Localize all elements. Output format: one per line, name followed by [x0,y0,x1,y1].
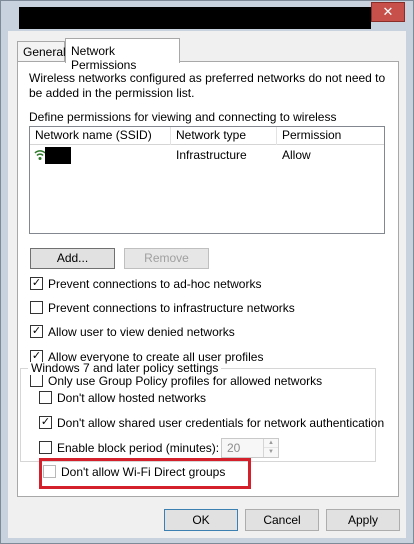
checkbox-unchecked-icon[interactable] [39,391,52,404]
checkbox-label: Enable block period (minutes): [57,441,220,455]
redacted-ssid [45,147,71,164]
dialog-client-area: General Network Permissions Wireless net… [8,31,406,538]
chevron-down-icon[interactable]: ▼ [264,448,278,457]
checkbox-checked-icon[interactable]: ✓ [30,325,43,338]
checkbox-label: Prevent connections to infrastructure ne… [48,301,295,315]
checkbox-label: Don't allow shared user credentials for … [57,416,385,430]
column-header-network-type[interactable]: Network type [171,127,277,145]
list-header: Network name (SSID) Network type Permiss… [30,127,384,145]
redacted-title [19,7,371,29]
dialog-window: ✕ General Network Permissions Wireless n… [0,0,414,544]
tab-network-permissions[interactable]: Network Permissions [65,38,180,72]
block-period-stepper[interactable]: 20 ▲ ▼ [221,438,279,458]
highlight-box [39,458,251,489]
ok-button[interactable]: OK [164,509,238,531]
block-period-value[interactable]: 20 [227,441,240,455]
column-header-ssid[interactable]: Network name (SSID) [30,127,171,145]
checkbox-checked-icon[interactable]: ✓ [39,416,52,429]
title-bar[interactable]: ✕ [1,1,413,31]
checkbox-label: Prevent connections to ad-hoc networks [48,277,262,291]
close-icon: ✕ [382,4,394,19]
permission-cell: Allow [282,148,311,162]
cancel-button[interactable]: Cancel [245,509,319,531]
network-type-cell: Infrastructure [176,148,247,162]
checkbox-unchecked-icon[interactable] [30,301,43,314]
apply-button[interactable]: Apply [326,509,400,531]
column-header-permission[interactable]: Permission [277,127,384,145]
close-button[interactable]: ✕ [371,2,405,22]
tab-general[interactable]: General [17,41,66,62]
stepper-buttons: ▲ ▼ [263,439,278,457]
checkbox-unchecked-icon[interactable] [39,441,52,454]
chevron-up-icon[interactable]: ▲ [264,439,278,448]
group-title: Windows 7 and later policy settings [28,362,222,375]
checkbox-label: Don't allow hosted networks [57,391,207,405]
network-list[interactable]: Network name (SSID) Network type Permiss… [29,126,385,234]
remove-button[interactable]: Remove [124,248,209,269]
checkbox-checked-icon[interactable]: ✓ [30,277,43,290]
add-button[interactable]: Add... [30,248,115,269]
checkbox-label: Allow user to view denied networks [48,325,235,339]
list-item[interactable]: Infrastructure Allow [30,147,384,165]
description-text: Wireless networks configured as preferre… [29,71,386,100]
